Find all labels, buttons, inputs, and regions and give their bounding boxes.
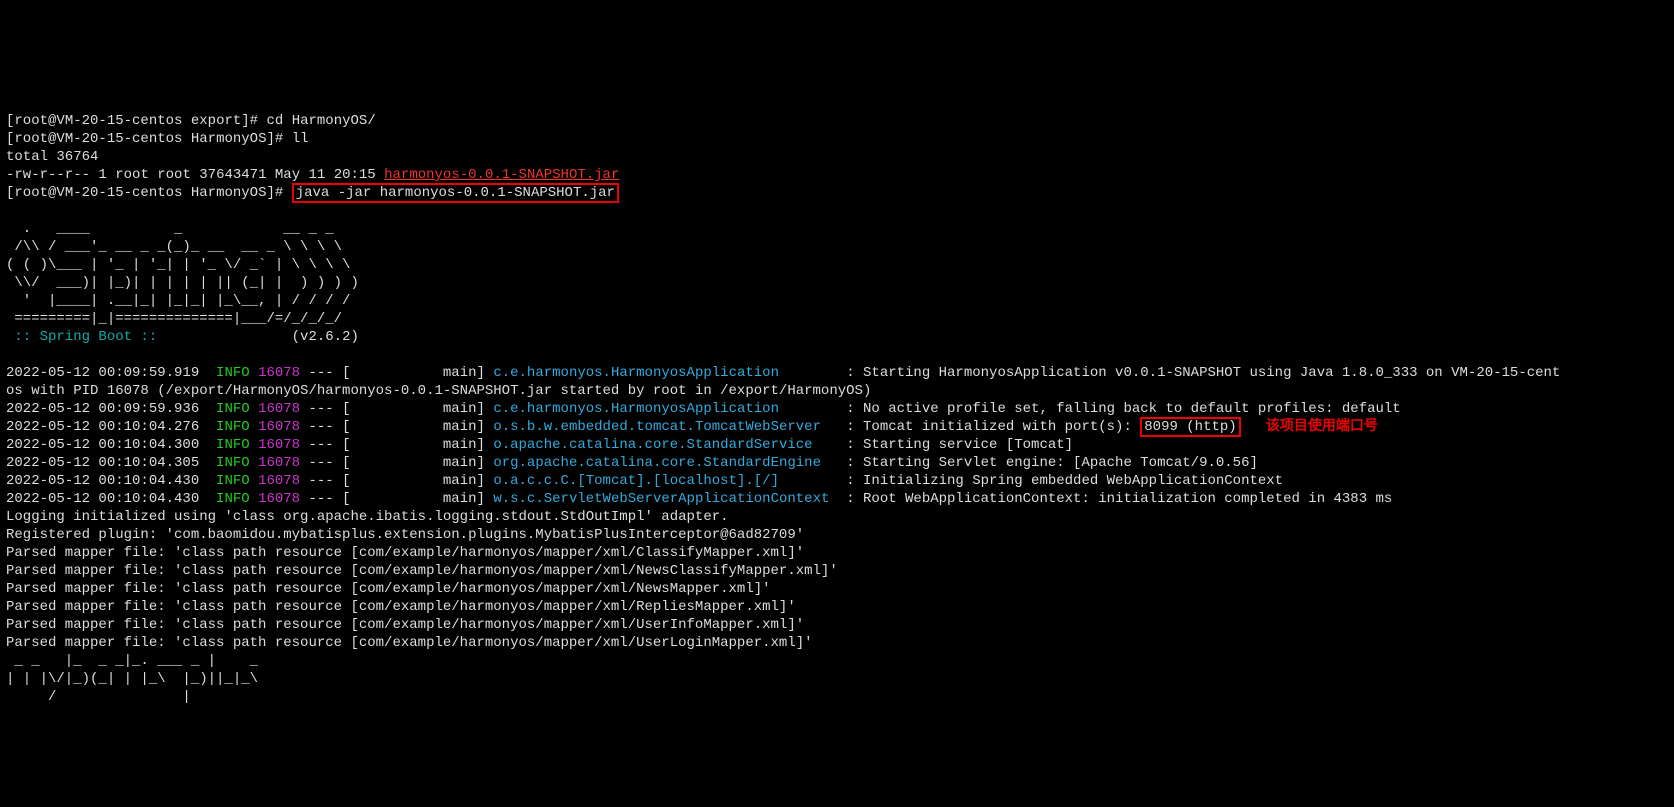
log-line: 2022-05-12 00:10:04.305 INFO 16078 --- [… — [6, 455, 1258, 471]
ls-row: -rw-r--r-- 1 root root 37643471 May 11 2… — [6, 167, 384, 183]
log-line: 2022-05-12 00:09:59.919 INFO 16078 --- [… — [6, 365, 1560, 381]
log-line: 2022-05-12 00:10:04.430 INFO 16078 --- [… — [6, 473, 1283, 489]
log-line: 2022-05-12 00:10:04.300 INFO 16078 --- [… — [6, 437, 1073, 453]
plain-log: Logging initialized using 'class org.apa… — [6, 509, 729, 525]
spring-banner: /\\ / ___'_ __ _ _(_)_ __ __ _ \ \ \ \ — [6, 239, 342, 255]
mybatis-banner: | | |\/|_)(_| | |_\ |_)||_|_\ — [6, 671, 266, 687]
cmd-java-jar: java -jar harmonyos-0.0.1-SNAPSHOT.jar — [292, 183, 619, 203]
prompt-line: [root@VM-20-15-centos HarmonyOS]# — [6, 185, 292, 201]
prompt-line: [root@VM-20-15-centos export]# — [6, 113, 267, 129]
mybatis-banner: / | — [6, 689, 266, 705]
plain-log: Parsed mapper file: 'class path resource… — [6, 545, 804, 561]
plain-log: Parsed mapper file: 'class path resource… — [6, 617, 804, 633]
ls-file: harmonyos-0.0.1-SNAPSHOT.jar — [384, 167, 619, 183]
spring-version: (v2.6.2) — [157, 329, 359, 345]
log-continuation: os with PID 16078 (/export/HarmonyOS/har… — [6, 383, 871, 399]
plain-log: Parsed mapper file: 'class path resource… — [6, 599, 796, 615]
prompt-line: [root@VM-20-15-centos HarmonyOS]# — [6, 131, 292, 147]
plain-log: Parsed mapper file: 'class path resource… — [6, 581, 771, 597]
cmd-cd: cd HarmonyOS/ — [267, 113, 376, 129]
port-highlight: 8099 (http) — [1140, 417, 1240, 437]
ls-total: total 36764 — [6, 149, 98, 165]
cmd-ll: ll — [292, 131, 309, 147]
spring-banner: . ____ _ __ _ _ — [6, 221, 334, 237]
mybatis-banner: _ _ |_ _ _|_. ___ _ | _ — [6, 653, 266, 669]
spring-banner: ( ( )\___ | '_ | '_| | '_ \/ _` | \ \ \ … — [6, 257, 350, 273]
spring-banner: ' |____| .__|_| |_|_| |_\__, | / / / / — [6, 293, 350, 309]
spring-banner: \\/ ___)| |_)| | | | | || (_| | ) ) ) ) — [6, 275, 359, 291]
annotation-port: 该项目使用端口号 — [1266, 419, 1378, 435]
terminal[interactable]: [root@VM-20-15-centos export]# cd Harmon… — [0, 90, 1674, 717]
spring-boot-label: :: Spring Boot :: — [6, 329, 157, 345]
spring-banner: =========|_|==============|___/=/_/_/_/ — [6, 311, 342, 327]
plain-log: Registered plugin: 'com.baomidou.mybatis… — [6, 527, 804, 543]
log-line: 2022-05-12 00:10:04.430 INFO 16078 --- [… — [6, 491, 1392, 507]
plain-log: Parsed mapper file: 'class path resource… — [6, 635, 813, 651]
log-line: 2022-05-12 00:09:59.936 INFO 16078 --- [… — [6, 401, 1401, 417]
log-line: 2022-05-12 00:10:04.276 INFO 16078 --- [… — [6, 417, 1378, 437]
plain-log: Parsed mapper file: 'class path resource… — [6, 563, 838, 579]
